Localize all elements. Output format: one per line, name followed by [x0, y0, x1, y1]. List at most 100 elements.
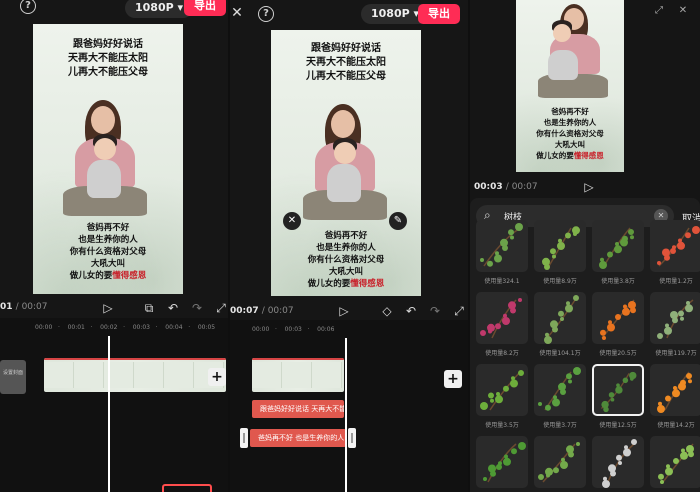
playhead[interactable]	[345, 338, 347, 492]
sticker-tile[interactable]	[592, 436, 644, 488]
text-clip-1[interactable]: 跟爸妈好好说话 天再大不能	[252, 400, 344, 418]
sticker-tile[interactable]	[534, 220, 586, 272]
branch-sticker-icon	[538, 442, 580, 483]
top-bar: ? 1080P ▾ 导出	[0, 0, 228, 26]
play-icon[interactable]: ▷	[582, 180, 596, 194]
branch-sticker-icon	[657, 226, 700, 267]
sticker-usage-label: 使用量8.2万	[485, 350, 519, 357]
play-icon[interactable]: ▷	[101, 301, 115, 315]
close-icon[interactable]: ✕	[230, 6, 244, 20]
help-icon[interactable]: ?	[20, 0, 36, 14]
set-cover-button[interactable]: 设置封面	[0, 360, 26, 394]
sticker-tile[interactable]	[650, 364, 700, 416]
sticker-tile[interactable]	[650, 436, 700, 488]
sticker-usage-label: 使用量3.8万	[601, 278, 635, 285]
sticker-tile[interactable]	[650, 292, 700, 344]
sticker-tile[interactable]	[534, 292, 586, 344]
timecode: 01 / 00:07	[0, 302, 48, 312]
fullscreen-icon[interactable]: ⤢	[652, 4, 666, 18]
trim-handle-left[interactable]	[240, 428, 248, 448]
timeline[interactable]: 00:00 · 00:03 · 00:06 + 跟爸妈好好说话 天再大不能 爸妈…	[230, 320, 468, 492]
play-icon[interactable]: ▷	[337, 304, 351, 318]
redo-icon[interactable]: ↷	[428, 304, 442, 318]
caption-bottom: 爸妈再不好 也是生养你的人 你有什么资格对父母 大吼大叫 做儿女的要懂得感恩	[69, 223, 147, 281]
caption-bottom: 爸妈再不好 也是生养你的人 你有什么资格对父母 大吼大叫 做儿女的要懂得感恩	[536, 107, 604, 160]
timecode: 00:07 / 00:07	[230, 306, 294, 316]
trim-handle-right[interactable]	[348, 428, 356, 448]
sticker-usage-label: 使用量1.2万	[659, 278, 693, 285]
sticker-tile[interactable]	[476, 220, 528, 272]
sticker-tile[interactable]	[592, 292, 644, 344]
help-icon[interactable]: ?	[258, 6, 274, 22]
delete-sticker-icon[interactable]: ✕	[283, 212, 301, 230]
mother-child-image	[295, 102, 395, 222]
sticker-tile[interactable]	[476, 292, 528, 344]
mother-child-image	[63, 98, 163, 218]
keyframe-icon[interactable]: ◇	[380, 304, 394, 318]
sticker-usage-label: 使用量12.5万	[599, 422, 637, 429]
branch-sticker-icon	[480, 223, 523, 267]
branch-sticker-icon	[602, 439, 637, 488]
sticker-usage-label: 使用量20.5万	[599, 350, 637, 357]
resolution-selector[interactable]: 1080P ▾	[125, 0, 194, 18]
edit-sticker-icon[interactable]: ✎	[389, 212, 407, 230]
sticker-usage-label: 使用量104.1万	[539, 350, 581, 357]
redo-icon[interactable]: ↷	[190, 301, 204, 315]
sticker-tile[interactable]	[476, 436, 528, 488]
sticker-panel: ⤢ ✕ 爸妈再不好 也是生养你的人 你有什么资格对父母 大吼大叫 做儿女的要懂得…	[470, 0, 700, 492]
caption-bottom: 爸妈再不好 也是生养你的人 你有什么资格对父母 大吼大叫 做儿女的要懂得感恩	[307, 231, 385, 289]
undo-icon[interactable]: ↶	[166, 301, 180, 315]
editor-panel-1: ? 1080P ▾ 导出 跟爸妈好好说话 天再大不能压太阳 儿再大不能压父母 爸…	[0, 0, 228, 492]
video-preview[interactable]: 跟爸妈好好说话 天再大不能压太阳 儿再大不能压父母 爸妈再不好 也是生养你的人 …	[33, 24, 183, 294]
time-ruler: 00:00 · 00:01 · 00:02 · 00:03 · 00:04 · …	[35, 324, 216, 331]
branch-sticker-icon	[480, 298, 522, 339]
sticker-usage-label: 使用量3.5万	[485, 422, 519, 429]
add-clip-button[interactable]: +	[444, 370, 462, 388]
video-track-clip[interactable]	[252, 358, 344, 392]
close-icon[interactable]: ✕	[676, 4, 690, 18]
timecode: 00:03 / 00:07	[474, 182, 538, 192]
sticker-usage-label: 使用量119.7万	[655, 350, 697, 357]
export-button[interactable]: 导出	[418, 4, 460, 24]
branch-sticker-icon	[599, 227, 634, 269]
sticker-tile[interactable]	[534, 364, 586, 416]
sticker-usage-label: 使用量3.7万	[543, 422, 577, 429]
sticker-usage-label: 使用量324.1	[484, 278, 520, 285]
sticker-tile[interactable]	[476, 364, 528, 416]
branch-sticker-icon	[542, 226, 580, 270]
caption-top: 跟爸妈好好说话 天再大不能压太阳 儿再大不能压父母	[68, 39, 148, 78]
add-clip-button[interactable]: +	[208, 368, 226, 386]
branch-sticker-icon	[544, 295, 579, 344]
keyframe-icon[interactable]: ⧉	[142, 301, 156, 315]
export-button[interactable]: 导出	[184, 0, 226, 16]
mother-child-image	[532, 4, 612, 100]
sticker-tile[interactable]	[592, 364, 644, 416]
branch-sticker-icon	[658, 443, 694, 484]
time-ruler: 00:00 · 00:03 · 00:06	[252, 326, 335, 333]
branch-sticker-icon	[600, 371, 637, 413]
editor-panel-2: ✕ ? 1080P ▾ 导出 跟爸妈好好说话 天再大不能压太阳 儿再大不能压父母…	[230, 0, 468, 492]
highlight-box	[162, 484, 212, 492]
branch-sticker-icon	[483, 442, 526, 483]
caption-top: 跟爸妈好好说话 天再大不能压太阳 儿再大不能压父母	[306, 43, 386, 82]
timeline[interactable]: 00:00 · 00:01 · 00:02 · 00:03 · 00:04 · …	[0, 318, 228, 492]
top-bar: ✕ ? 1080P ▾ 导出	[230, 0, 468, 26]
branch-sticker-icon	[538, 367, 581, 411]
sticker-usage-label: 使用量14.2万	[657, 422, 695, 429]
branch-sticker-icon	[480, 370, 524, 411]
undo-icon[interactable]: ↶	[404, 304, 418, 318]
video-preview[interactable]: 爸妈再不好 也是生养你的人 你有什么资格对父母 大吼大叫 做儿女的要懂得感恩	[516, 0, 624, 172]
sticker-usage-label: 使用量8.9万	[543, 278, 577, 285]
branch-sticker-icon	[657, 371, 692, 413]
text-clip-2[interactable]: 爸妈再不好 也是生养你的人	[250, 429, 346, 447]
playhead[interactable]	[108, 336, 110, 492]
sticker-tile[interactable]	[650, 220, 700, 272]
fullscreen-icon[interactable]: ⤢	[214, 301, 228, 315]
branch-sticker-icon	[600, 299, 636, 340]
sticker-tile[interactable]	[534, 436, 586, 488]
fullscreen-icon[interactable]: ⤢	[452, 304, 466, 318]
video-track-clip[interactable]	[44, 358, 226, 392]
sticker-tile[interactable]	[592, 220, 644, 272]
video-preview[interactable]: 跟爸妈好好说话 天再大不能压太阳 儿再大不能压父母 ✕ ✎ 爸妈再不好 也是生养…	[271, 30, 421, 296]
branch-sticker-icon	[657, 299, 694, 339]
